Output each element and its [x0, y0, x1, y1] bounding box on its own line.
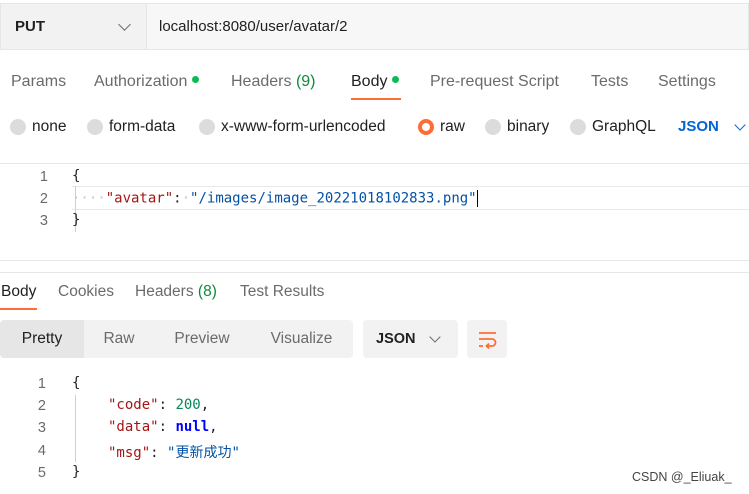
line-number: 1 — [39, 169, 48, 185]
view-raw[interactable]: Raw — [84, 320, 154, 358]
format-label: JSON — [376, 331, 416, 347]
text-cursor — [476, 190, 478, 207]
view-pretty[interactable]: Pretty — [0, 320, 84, 358]
tab-cookies[interactable]: Cookies — [58, 283, 114, 301]
code-line: { — [72, 375, 81, 391]
chevron-down-icon — [118, 18, 131, 31]
view-preview[interactable]: Preview — [154, 320, 250, 358]
tab-body[interactable]: Body — [351, 73, 400, 91]
radio-circle — [570, 119, 586, 135]
code-line: } — [72, 212, 81, 228]
wrap-lines-icon — [479, 332, 497, 350]
code-line: { — [72, 168, 81, 184]
tab-headers[interactable]: Headers (9) — [231, 73, 316, 91]
radio-circle — [87, 119, 103, 135]
line-number: 4 — [37, 443, 46, 459]
code-line: "data": null, — [108, 419, 218, 435]
tab-params[interactable]: Params — [11, 73, 66, 91]
line-number: 1 — [37, 376, 46, 392]
tab-test-results[interactable]: Test Results — [240, 283, 324, 301]
body-language-select[interactable]: JSON — [678, 118, 719, 135]
tab-pre-request-script[interactable]: Pre-request Script — [430, 73, 559, 91]
radio-circle-selected — [418, 119, 434, 135]
tab-settings[interactable]: Settings — [658, 73, 716, 91]
radio-circle — [10, 119, 26, 135]
radio-graphql[interactable]: GraphQL — [570, 118, 656, 136]
view-visualize[interactable]: Visualize — [250, 320, 353, 358]
chevron-down-icon — [429, 331, 441, 343]
watermark: CSDN @_Eliuak_ — [632, 470, 732, 484]
radio-x-www-form-urlencoded[interactable]: x-www-form-urlencoded — [199, 118, 386, 136]
radio-raw[interactable]: raw — [418, 118, 465, 136]
radio-binary[interactable]: binary — [485, 118, 549, 136]
code-line: } — [72, 464, 81, 480]
tab-authorization[interactable]: Authorization — [94, 73, 200, 91]
radio-circle — [485, 119, 501, 135]
response-format-select[interactable]: JSON — [363, 320, 458, 358]
url-text: localhost:8080/user/avatar/2 — [159, 18, 348, 35]
body-type-options: none form-data x-www-form-urlencoded raw… — [0, 112, 749, 144]
request-body-editor[interactable]: 1 2 3 { ····"avatar":·"/images/image_202… — [0, 163, 749, 261]
method-select[interactable]: PUT — [0, 3, 147, 50]
line-number: 2 — [39, 191, 48, 207]
line-number: 3 — [39, 213, 48, 229]
tab-response-body[interactable]: Body — [1, 283, 36, 301]
method-label: PUT — [15, 18, 45, 35]
line-number: 2 — [37, 398, 46, 414]
code-line: "msg": "更新成功" — [108, 445, 240, 461]
active-tab-indicator — [351, 98, 401, 100]
line-number: 3 — [37, 420, 46, 436]
status-dot — [192, 76, 200, 84]
line-number: 5 — [37, 465, 46, 481]
view-mode-switch: Pretty Raw Preview Visualize — [0, 320, 353, 358]
tab-response-headers[interactable]: Headers (8) — [135, 283, 217, 301]
radio-form-data[interactable]: form-data — [87, 118, 175, 136]
request-url-bar: PUT localhost:8080/user/avatar/2 — [0, 0, 749, 52]
wrap-lines-button[interactable] — [467, 320, 507, 358]
tab-tests[interactable]: Tests — [591, 73, 628, 91]
request-tabs: Params Authorization Headers (9) Body Pr… — [0, 60, 749, 104]
chevron-down-icon[interactable] — [734, 119, 746, 131]
indent-guide — [75, 395, 76, 462]
radio-circle — [199, 119, 215, 135]
response-tabs: Body Cookies Headers (8) Test Results — [0, 272, 749, 310]
status-dot — [392, 76, 400, 84]
active-tab-indicator — [0, 308, 37, 310]
code-line: ····"avatar":·"/images/image_20221018102… — [72, 190, 478, 207]
url-input[interactable]: localhost:8080/user/avatar/2 — [147, 3, 749, 50]
code-line: "code": 200, — [108, 397, 210, 413]
radio-none[interactable]: none — [10, 118, 66, 136]
